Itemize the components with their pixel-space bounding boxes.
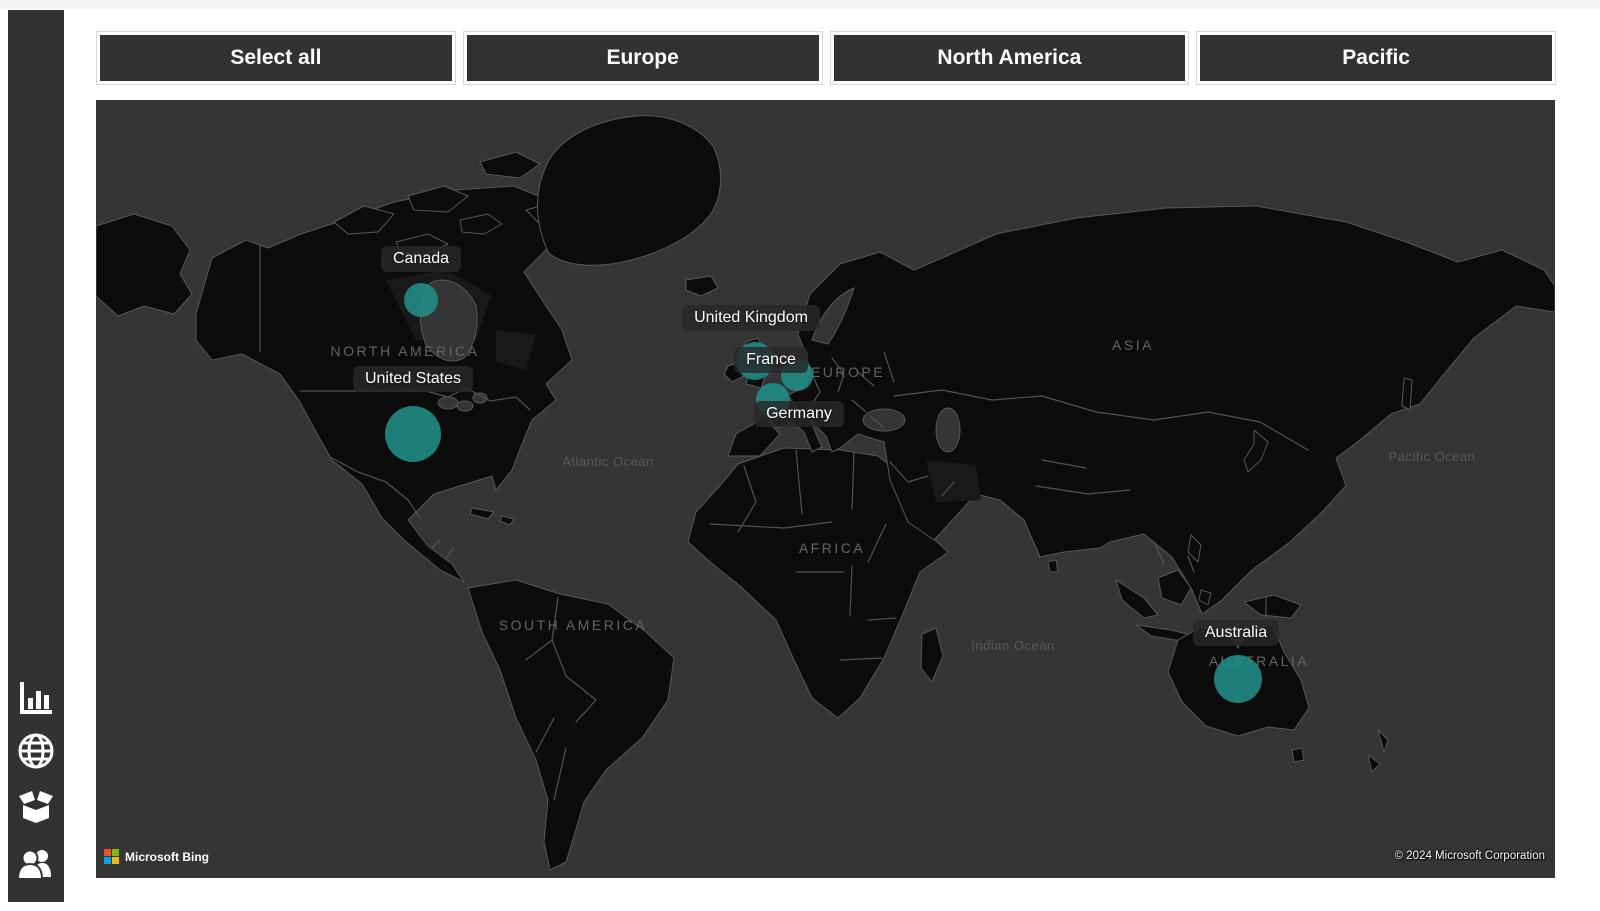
map-label-canada: Canada (381, 246, 461, 272)
geo-label-europe: EUROPE (811, 364, 885, 380)
map-bubble-australia[interactable] (1214, 655, 1262, 703)
page-tab-bar-chart[interactable] (16, 678, 56, 718)
land-sumatra (1116, 580, 1158, 618)
land-hispaniola (500, 516, 514, 525)
land-sakhalin (1402, 378, 1412, 410)
land-madagascar (921, 628, 943, 682)
geo-label-africa: AFRICA (799, 540, 865, 556)
map-bubble-canada[interactable] (404, 283, 438, 317)
great-lake (457, 401, 473, 411)
slicer-button-north-america[interactable]: North America (831, 32, 1189, 84)
map-label-germany: Germany (754, 401, 844, 427)
geo-label-south-america: SOUTH AMERICA (499, 617, 647, 633)
map-label-australia: Australia (1193, 620, 1279, 646)
map-label-united-states: United States (353, 366, 473, 392)
map-label-france: France (734, 347, 808, 373)
land-sri-lanka (1048, 560, 1058, 572)
page-tab-customers[interactable] (16, 844, 56, 884)
caspian-sea (936, 408, 960, 452)
top-strip (0, 0, 1600, 9)
geo-label-north-america: NORTH AMERICA (331, 343, 480, 359)
map-bubble-united-states[interactable] (385, 406, 441, 462)
geo-label-asia: ASIA (1112, 337, 1154, 353)
land-greenland (538, 116, 721, 266)
slicer-button-pacific[interactable]: Pacific (1197, 32, 1555, 84)
page-tab-globe[interactable] (16, 731, 56, 771)
land-tasmania (1292, 748, 1304, 762)
slicer-button-select-all[interactable]: Select all (97, 32, 455, 84)
region-slicer: Select all Europe North America Pacific (97, 32, 1555, 84)
land-new-zealand (1378, 730, 1388, 752)
bing-attribution: Microsoft Bing (104, 849, 209, 864)
bar-chart-icon (17, 679, 55, 717)
map-copyright: © 2024 Microsoft Corporation (1395, 850, 1545, 862)
globe-icon (16, 731, 56, 771)
map-provider-label: Microsoft Bing (125, 850, 209, 864)
arctic-island (480, 152, 540, 178)
geo-label-atlantic-ocean: Atlantic Ocean (562, 454, 654, 469)
land-new-zealand (1368, 755, 1380, 772)
land-iceland (686, 276, 718, 296)
world-map: NORTH AMERICA EUROPE ASIA AFRICA SOUTH AMERI… (96, 100, 1555, 878)
land-cuba (470, 508, 494, 519)
great-lake (438, 397, 458, 409)
geo-label-indian-ocean: Indian Ocean (971, 638, 1054, 653)
microsoft-logo-icon (104, 849, 119, 864)
map-label-united-kingdom: United Kingdom (682, 305, 820, 331)
people-icon (16, 845, 56, 883)
map-visual[interactable]: NORTH AMERICA EUROPE ASIA AFRICA SOUTH AMERI… (96, 100, 1555, 878)
geo-label-pacific-ocean: Pacific Ocean (1389, 449, 1476, 464)
page-nav-sidebar (8, 10, 64, 902)
slicer-button-europe[interactable]: Europe (464, 32, 822, 84)
open-box-icon (16, 788, 56, 826)
page-tab-products[interactable] (16, 787, 56, 827)
land-siberia-wrap (96, 214, 192, 316)
land-new-guinea (1244, 595, 1301, 618)
